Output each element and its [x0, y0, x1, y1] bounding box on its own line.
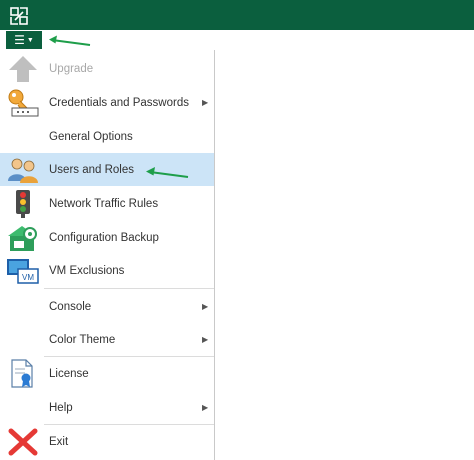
menu-item-label: Users and Roles	[49, 163, 135, 176]
title-bar	[0, 0, 474, 30]
hamburger-menu-icon: ☰	[14, 33, 25, 47]
menu-item-configuration-backup[interactable]: Configuration Backup	[0, 221, 214, 254]
app-logo-icon	[10, 7, 28, 25]
menu-item-label: Color Theme	[49, 333, 116, 346]
annotation-arrow-icon	[146, 167, 189, 178]
menu-item-label: Help	[49, 401, 73, 414]
menu-item-label: Credentials and Passwords	[49, 96, 189, 109]
main-menu-button[interactable]: ☰ ▼	[6, 31, 42, 49]
menu-item-exit[interactable]: Exit	[0, 425, 214, 458]
menu-item-label: Upgrade	[49, 62, 94, 75]
menu-separator	[44, 288, 214, 289]
vm-monitor-icon: VM	[7, 259, 39, 284]
annotation-arrow-icon	[49, 35, 91, 46]
submenu-arrow-icon: ▶	[202, 302, 209, 311]
caret-down-icon: ▼	[26, 36, 34, 44]
vm-badge-label: VM	[22, 273, 34, 282]
license-certificate-icon	[11, 359, 33, 388]
menu-item-network-traffic-rules[interactable]: Network Traffic Rules	[0, 187, 214, 220]
menu-item-help[interactable]: Help ▶	[0, 391, 214, 424]
main-menu-panel: Upgrade Credentials and Passwords ▶ Gene…	[0, 50, 215, 460]
menu-item-console[interactable]: Console ▶	[0, 290, 214, 323]
menu-item-label: Network Traffic Rules	[49, 197, 159, 210]
menu-item-general-options[interactable]: General Options	[0, 120, 214, 153]
submenu-arrow-icon: ▶	[202, 403, 209, 412]
key-icon	[8, 89, 39, 117]
config-backup-icon	[8, 226, 37, 251]
menu-item-vm-exclusions[interactable]: VM VM Exclusions	[0, 254, 214, 287]
menu-item-label: Exit	[49, 435, 69, 448]
exit-x-icon	[8, 428, 38, 456]
menu-item-color-theme[interactable]: Color Theme ▶	[0, 323, 214, 356]
menu-item-label: VM Exclusions	[49, 264, 125, 277]
submenu-arrow-icon: ▶	[202, 335, 209, 344]
users-icon	[8, 158, 38, 183]
menu-item-label: License	[49, 367, 89, 380]
menu-item-label: Configuration Backup	[49, 231, 159, 244]
menu-item-credentials-and-passwords[interactable]: Credentials and Passwords ▶	[0, 86, 214, 119]
menu-item-label: Console	[49, 300, 92, 313]
menu-item-label: General Options	[49, 130, 133, 143]
menu-item-license[interactable]: License	[0, 357, 214, 390]
menu-item-upgrade[interactable]: Upgrade	[0, 52, 214, 85]
traffic-light-icon	[16, 190, 30, 218]
main-content-area	[215, 50, 474, 460]
upgrade-arrow-icon	[9, 56, 37, 82]
submenu-arrow-icon: ▶	[202, 98, 209, 107]
